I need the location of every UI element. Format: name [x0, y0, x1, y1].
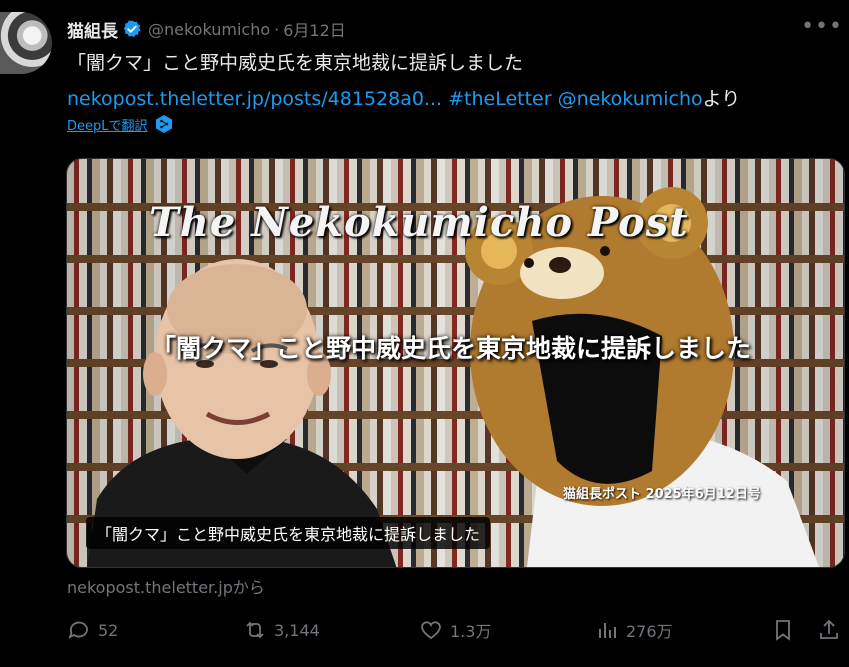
video-subtitle: 「闇クマ」こと野中威史氏を東京地裁に提訴しました — [86, 517, 491, 549]
mention-link[interactable]: @nekokumicho — [558, 88, 703, 110]
repost-icon — [246, 621, 264, 639]
hashtag-link[interactable]: #theLetter — [448, 88, 551, 110]
video-thumbnail[interactable]: The Nekokumicho Post 「闇クマ」こと野中威史氏を東京地裁に提… — [66, 158, 845, 568]
source-link[interactable]: nekopost.theletter.jpから — [67, 574, 265, 598]
bookmark-button[interactable] — [771, 615, 802, 645]
translate-button[interactable]: DeepLで翻訳 — [67, 114, 174, 134]
post-link[interactable]: nekopost.theletter.jp/posts/481528a0... — [67, 88, 442, 110]
author-handle[interactable]: @nekokumicho — [148, 20, 270, 39]
bookmark-icon — [776, 620, 790, 641]
post-text: 「闇クマ」こと野中威史氏を東京地裁に提訴しました — [67, 52, 524, 74]
share-icon — [820, 619, 838, 639]
avatar[interactable] — [0, 12, 52, 74]
post-suffix: より — [702, 88, 741, 110]
views-icon — [599, 623, 616, 638]
share-button[interactable] — [817, 615, 848, 645]
separator-dot: · — [274, 19, 280, 39]
like-button[interactable]: 1.3万 — [419, 615, 491, 645]
overlay-caption: 「闇クマ」こと野中威史氏を東京地裁に提訴しました — [151, 334, 752, 363]
reply-button[interactable]: 52 — [67, 615, 118, 645]
like-icon — [421, 621, 441, 640]
action-bar: 52 3,144 1.3万 276万 — [67, 615, 843, 645]
issue-stamp: 猫組長ポスト 2025年6月12日号 — [563, 487, 761, 502]
verified-icon — [123, 20, 141, 38]
deepl-icon — [155, 115, 172, 133]
author-name[interactable]: 猫組長 — [67, 17, 118, 42]
repost-button[interactable]: 3,144 — [243, 615, 320, 645]
video-title: The Nekokumicho Post — [149, 199, 689, 246]
reply-icon — [68, 621, 88, 639]
views-button[interactable]: 276万 — [595, 615, 673, 645]
like-count: 1.3万 — [450, 622, 492, 641]
post-links: nekopost.theletter.jp/posts/481528a0... … — [67, 84, 740, 111]
reply-count: 52 — [98, 620, 119, 640]
views-count: 276万 — [626, 622, 673, 641]
repost-count: 3,144 — [274, 620, 320, 640]
more-icon[interactable]: ••• — [801, 16, 843, 38]
post-date[interactable]: 6月12日 — [283, 17, 346, 41]
translate-label: DeepLで翻訳 — [67, 118, 148, 134]
post-header: 猫組長 @nekokumicho · 6月12日 — [67, 16, 849, 42]
